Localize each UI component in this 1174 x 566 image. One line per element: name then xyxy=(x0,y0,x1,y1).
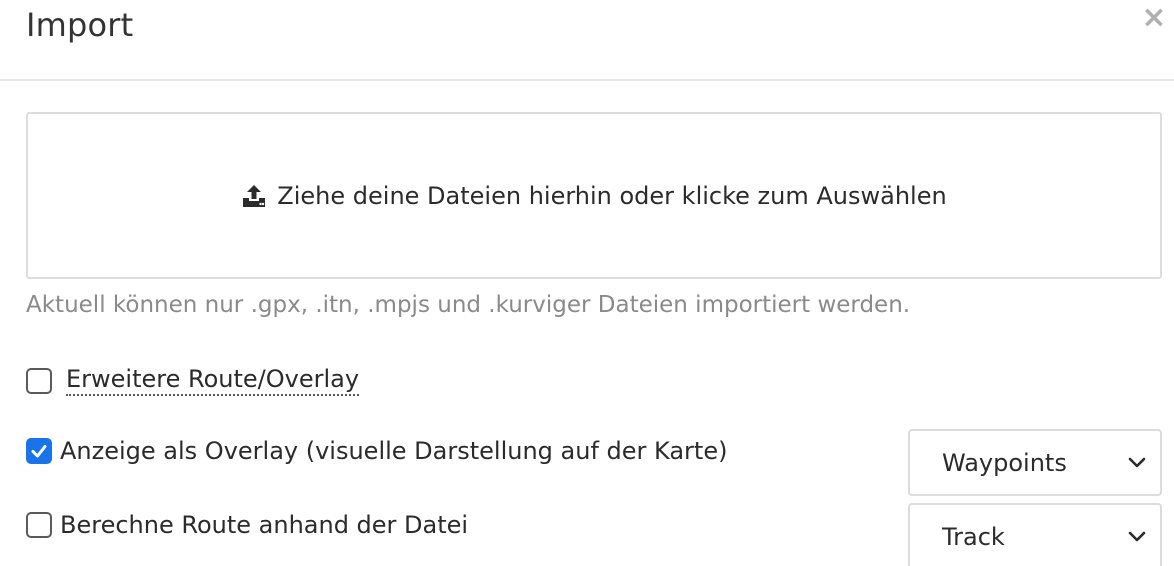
display-overlay-checkbox[interactable] xyxy=(26,438,52,464)
option-display-overlay: Anzeige als Overlay (visuelle Darstellun… xyxy=(26,437,727,465)
checkmark-icon xyxy=(31,445,47,458)
route-type-select[interactable]: Track xyxy=(908,503,1162,566)
file-dropzone[interactable]: Ziehe deine Dateien hierhin oder klicke … xyxy=(26,112,1162,279)
close-icon: × xyxy=(1141,0,1167,35)
chevron-down-icon xyxy=(1128,531,1146,541)
dropzone-label: Ziehe deine Dateien hierhin oder klicke … xyxy=(277,181,947,210)
dropzone-content: Ziehe deine Dateien hierhin oder klicke … xyxy=(241,181,947,210)
option-extend-route: Erweitere Route/Overlay xyxy=(26,365,360,396)
display-overlay-label[interactable]: Anzeige als Overlay (visuelle Darstellun… xyxy=(60,437,727,465)
overlay-type-select[interactable]: Waypoints xyxy=(908,429,1162,496)
calculate-route-label[interactable]: Berechne Route anhand der Datei xyxy=(60,511,468,539)
upload-icon xyxy=(241,183,267,209)
calculate-route-checkbox[interactable] xyxy=(26,512,52,538)
overlay-type-value: Waypoints xyxy=(942,448,1067,477)
route-type-value: Track xyxy=(942,522,1005,551)
supported-formats-hint: Aktuell können nur .gpx, .itn, .mpjs und… xyxy=(26,292,911,318)
chevron-down-icon xyxy=(1128,457,1146,467)
option-calculate-route: Berechne Route anhand der Datei xyxy=(26,511,468,539)
dialog-header: Import × xyxy=(0,0,1174,81)
close-button[interactable]: × xyxy=(1140,0,1168,35)
extend-route-label[interactable]: Erweitere Route/Overlay xyxy=(66,365,360,396)
dialog-title: Import xyxy=(26,6,134,44)
extend-route-checkbox[interactable] xyxy=(26,367,52,394)
